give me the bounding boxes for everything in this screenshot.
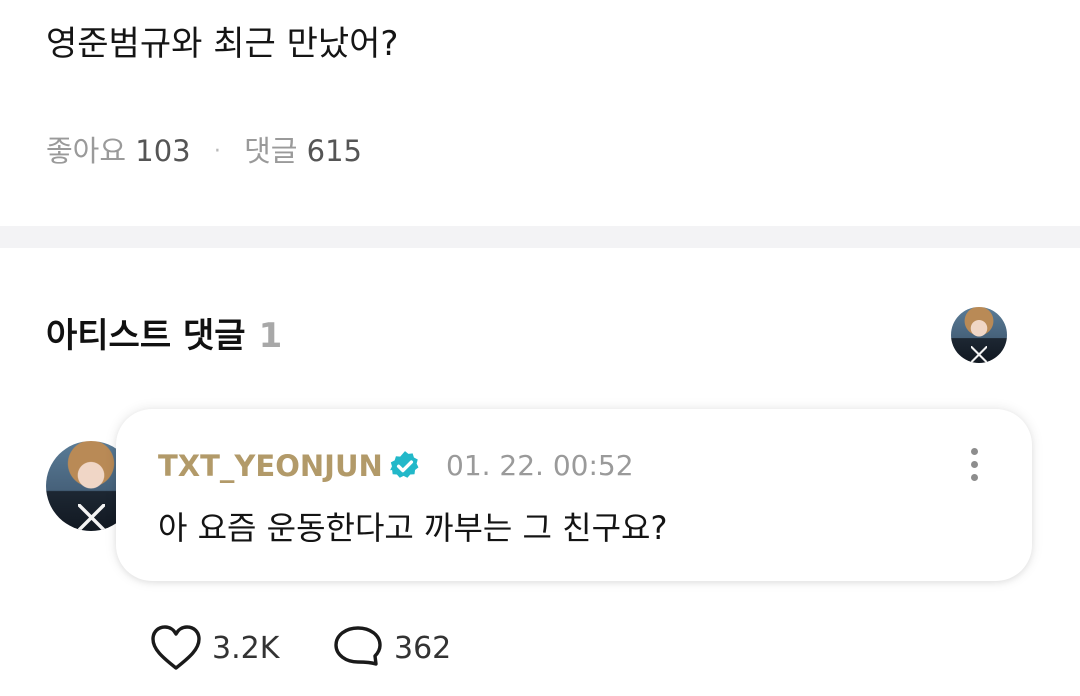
- speech-bubble-icon: [334, 626, 382, 666]
- reply-button[interactable]: 362: [332, 622, 451, 674]
- comments-label[interactable]: 댓글: [244, 134, 297, 168]
- artist-comments-count: 1: [258, 316, 283, 356]
- artist-comments-title: 아티스트 댓글: [46, 316, 246, 356]
- artist-comments-header: 아티스트 댓글 1: [46, 308, 282, 357]
- artist-comment-card[interactable]: TXT_YEONJUN 01. 22. 00:52 아 요즘 운동한다고 까부는…: [116, 409, 1032, 581]
- likes-label[interactable]: 좋아요: [46, 134, 126, 168]
- post-section: 영준범규와 최근 만났어? 좋아요 103 · 댓글 615: [0, 0, 1080, 226]
- heart-icon: [151, 625, 201, 670]
- likes-count[interactable]: 103: [135, 134, 190, 168]
- section-divider: [0, 226, 1080, 248]
- like-button[interactable]: 3.2K: [150, 622, 279, 674]
- avatar-collar: [77, 504, 105, 531]
- post-text: 영준범규와 최근 만났어?: [46, 24, 399, 64]
- reply-count: 362: [394, 630, 452, 666]
- like-count: 3.2K: [212, 630, 280, 666]
- comment-timestamp: 01. 22. 00:52: [446, 449, 634, 482]
- comment-author-name[interactable]: TXT_YEONJUN: [158, 449, 383, 483]
- avatar-collar: [970, 346, 988, 363]
- comment-body: 아 요즘 운동한다고 까부는 그 친구요?: [158, 509, 668, 547]
- stats-separator: ·: [213, 139, 221, 164]
- post-stats: 좋아요 103 · 댓글 615: [46, 128, 362, 170]
- comments-count[interactable]: 615: [307, 134, 362, 168]
- more-vertical-icon[interactable]: [964, 445, 984, 485]
- artist-avatar[interactable]: [951, 307, 1007, 363]
- verified-badge-icon: [390, 451, 419, 478]
